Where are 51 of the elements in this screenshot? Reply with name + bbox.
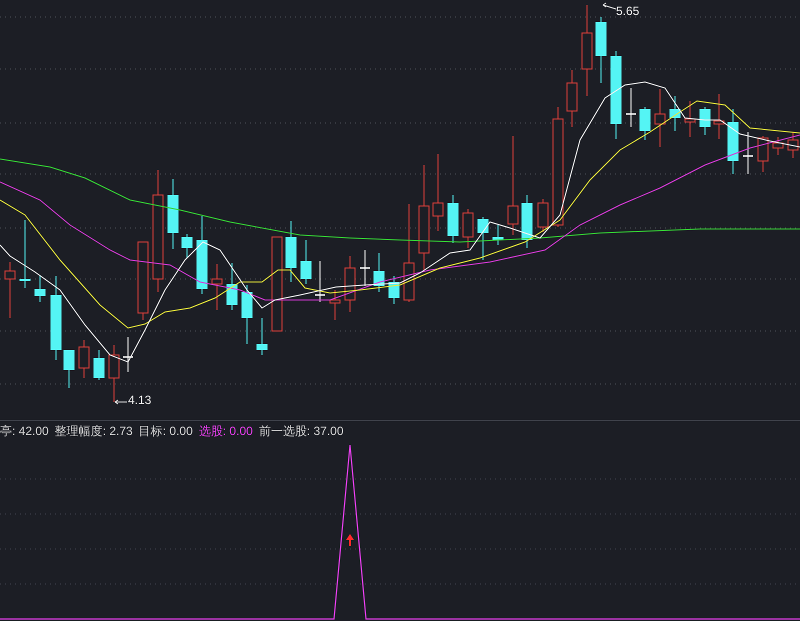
candlestick <box>4 262 16 318</box>
candlestick <box>684 100 696 138</box>
legend-item: 整理幅度: 2.73 <box>54 423 133 440</box>
candlestick <box>374 252 384 292</box>
candlestick <box>538 198 548 232</box>
candlestick <box>522 194 532 248</box>
candlestick <box>360 250 370 286</box>
legend-item: 亭: 42.00 <box>0 423 49 440</box>
candlestick <box>94 350 104 380</box>
candlestick <box>626 88 636 128</box>
candlestick <box>168 178 178 250</box>
candlestick <box>182 234 192 258</box>
candlestick <box>714 94 724 140</box>
candlestick <box>654 88 666 148</box>
candlestick <box>78 340 90 378</box>
candlestick <box>212 264 222 310</box>
candlestick <box>315 260 325 302</box>
candlestick <box>758 136 768 172</box>
candlestick <box>242 284 252 344</box>
candlestick <box>344 256 356 312</box>
candlestick <box>388 276 400 304</box>
leader-line <box>602 2 616 10</box>
candlestick <box>566 70 578 128</box>
price-label: 5.65 <box>616 4 640 18</box>
candlestick <box>640 106 650 140</box>
candlestick <box>286 220 296 282</box>
candlestick <box>700 106 710 136</box>
candlestick <box>226 262 238 310</box>
candlestick <box>596 16 606 84</box>
candlestick <box>772 136 784 156</box>
candlestick <box>478 216 488 260</box>
candlestick <box>462 208 474 248</box>
legend-item: 前一选股: 37.00 <box>258 423 344 440</box>
candlestick <box>448 194 458 244</box>
price-label: 4.13 <box>128 393 152 407</box>
candlestick <box>300 240 312 284</box>
candlestick <box>64 350 74 388</box>
candlestick <box>34 274 46 302</box>
up-arrow-icon <box>346 534 354 546</box>
candlestick <box>728 108 738 174</box>
legend-item: 选股: 0.00 <box>198 423 253 440</box>
leader-line <box>114 400 128 404</box>
candlestick <box>330 290 340 320</box>
candlestick <box>108 344 120 402</box>
legend-item: 目标: 0.00 <box>138 423 193 440</box>
candlestick <box>743 132 753 174</box>
candlestick <box>20 220 30 288</box>
candlestick <box>492 224 504 246</box>
candlestick <box>670 96 680 132</box>
candlestick <box>256 318 268 356</box>
candlestick <box>123 336 133 372</box>
